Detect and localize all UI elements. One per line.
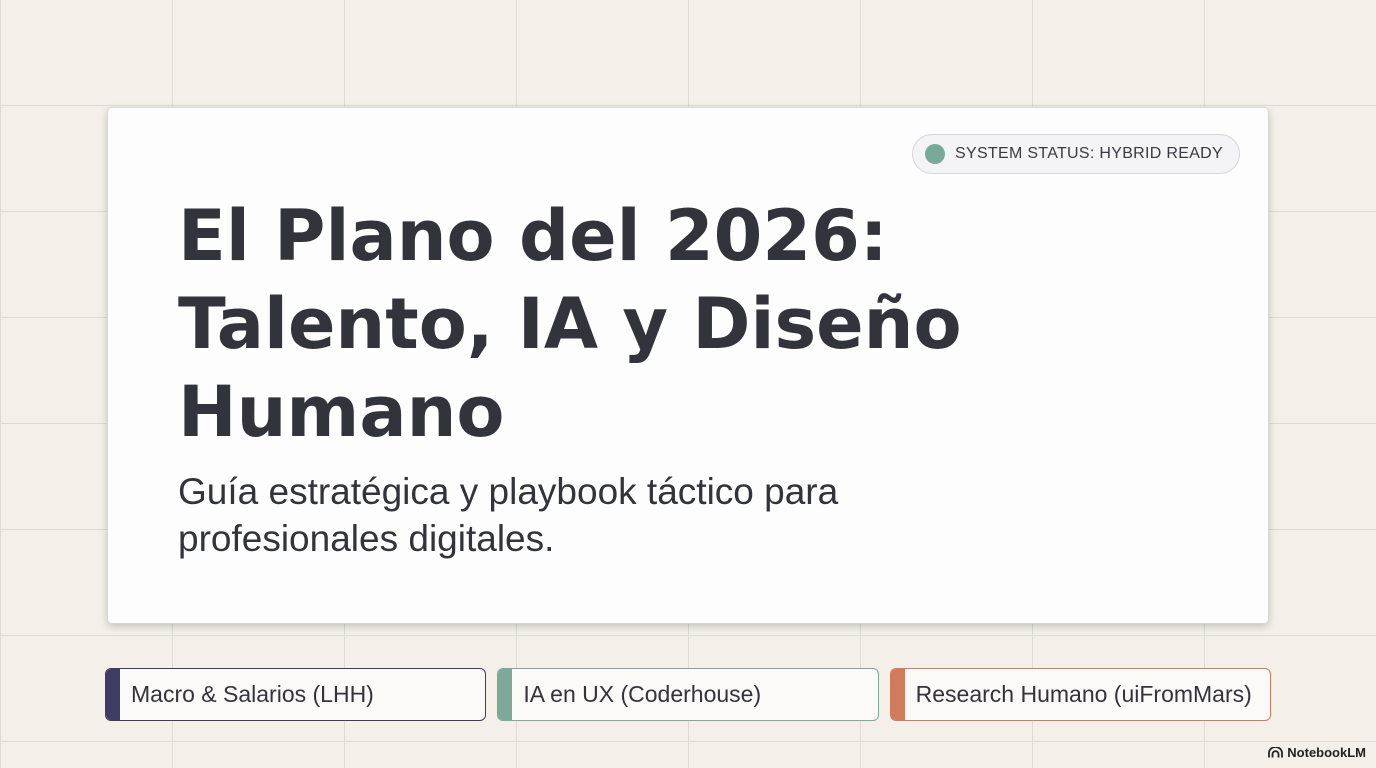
tag-accent-bar: [498, 669, 513, 720]
tag-label: Macro & Salarios (LHH): [131, 681, 374, 707]
tag-accent-bar: [890, 669, 905, 720]
page-title: El Plano del 2026: Talento, IA y Diseño …: [178, 192, 1038, 456]
notebooklm-icon: [1268, 747, 1284, 758]
title-card: SYSTEM STATUS: HYBRID READY El Plano del…: [107, 107, 1269, 624]
brand-watermark: NotebookLM: [1268, 745, 1366, 760]
subtitle-line-1: Guía estratégica y playbook táctico para: [178, 471, 839, 512]
tag-research-humano[interactable]: Research Humano (uiFromMars): [889, 668, 1271, 721]
title-line-1: El Plano del 2026:: [178, 195, 888, 277]
title-line-2: Talento, IA y Diseño: [178, 283, 962, 365]
tag-accent-bar: [106, 669, 120, 720]
page-subtitle: Guía estratégica y playbook táctico para…: [178, 468, 998, 562]
tag-label: IA en UX (Coderhouse): [523, 681, 762, 707]
title-line-3: Humano: [178, 371, 505, 453]
tag-macro-salarios[interactable]: Macro & Salarios (LHH): [105, 668, 487, 721]
system-status-badge: SYSTEM STATUS: HYBRID READY: [912, 134, 1240, 174]
status-dot-icon: [925, 144, 945, 164]
tag-ia-en-ux[interactable]: IA en UX (Coderhouse): [497, 668, 879, 721]
status-text: SYSTEM STATUS: HYBRID READY: [955, 145, 1223, 162]
brand-label: NotebookLM: [1287, 745, 1366, 760]
tag-label: Research Humano (uiFromMars): [915, 681, 1252, 707]
source-tags: Macro & Salarios (LHH) IA en UX (Coderho…: [105, 668, 1271, 721]
subtitle-line-2: profesionales digitales.: [178, 518, 555, 559]
